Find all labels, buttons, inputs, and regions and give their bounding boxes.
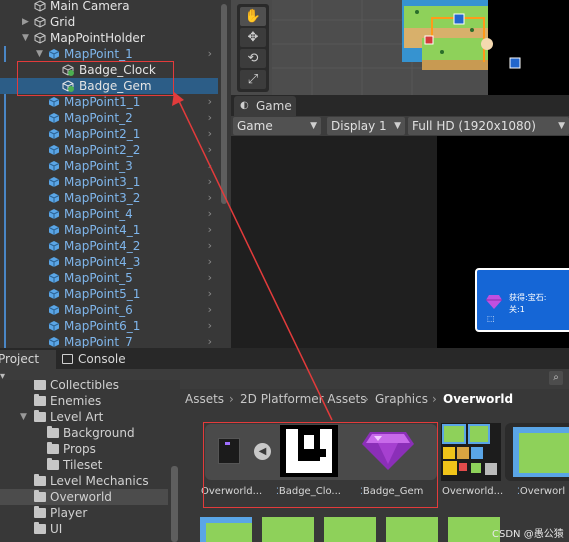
watermark: CSDN @愚公猿 (492, 529, 564, 540)
annotation-arrow (172, 92, 333, 421)
